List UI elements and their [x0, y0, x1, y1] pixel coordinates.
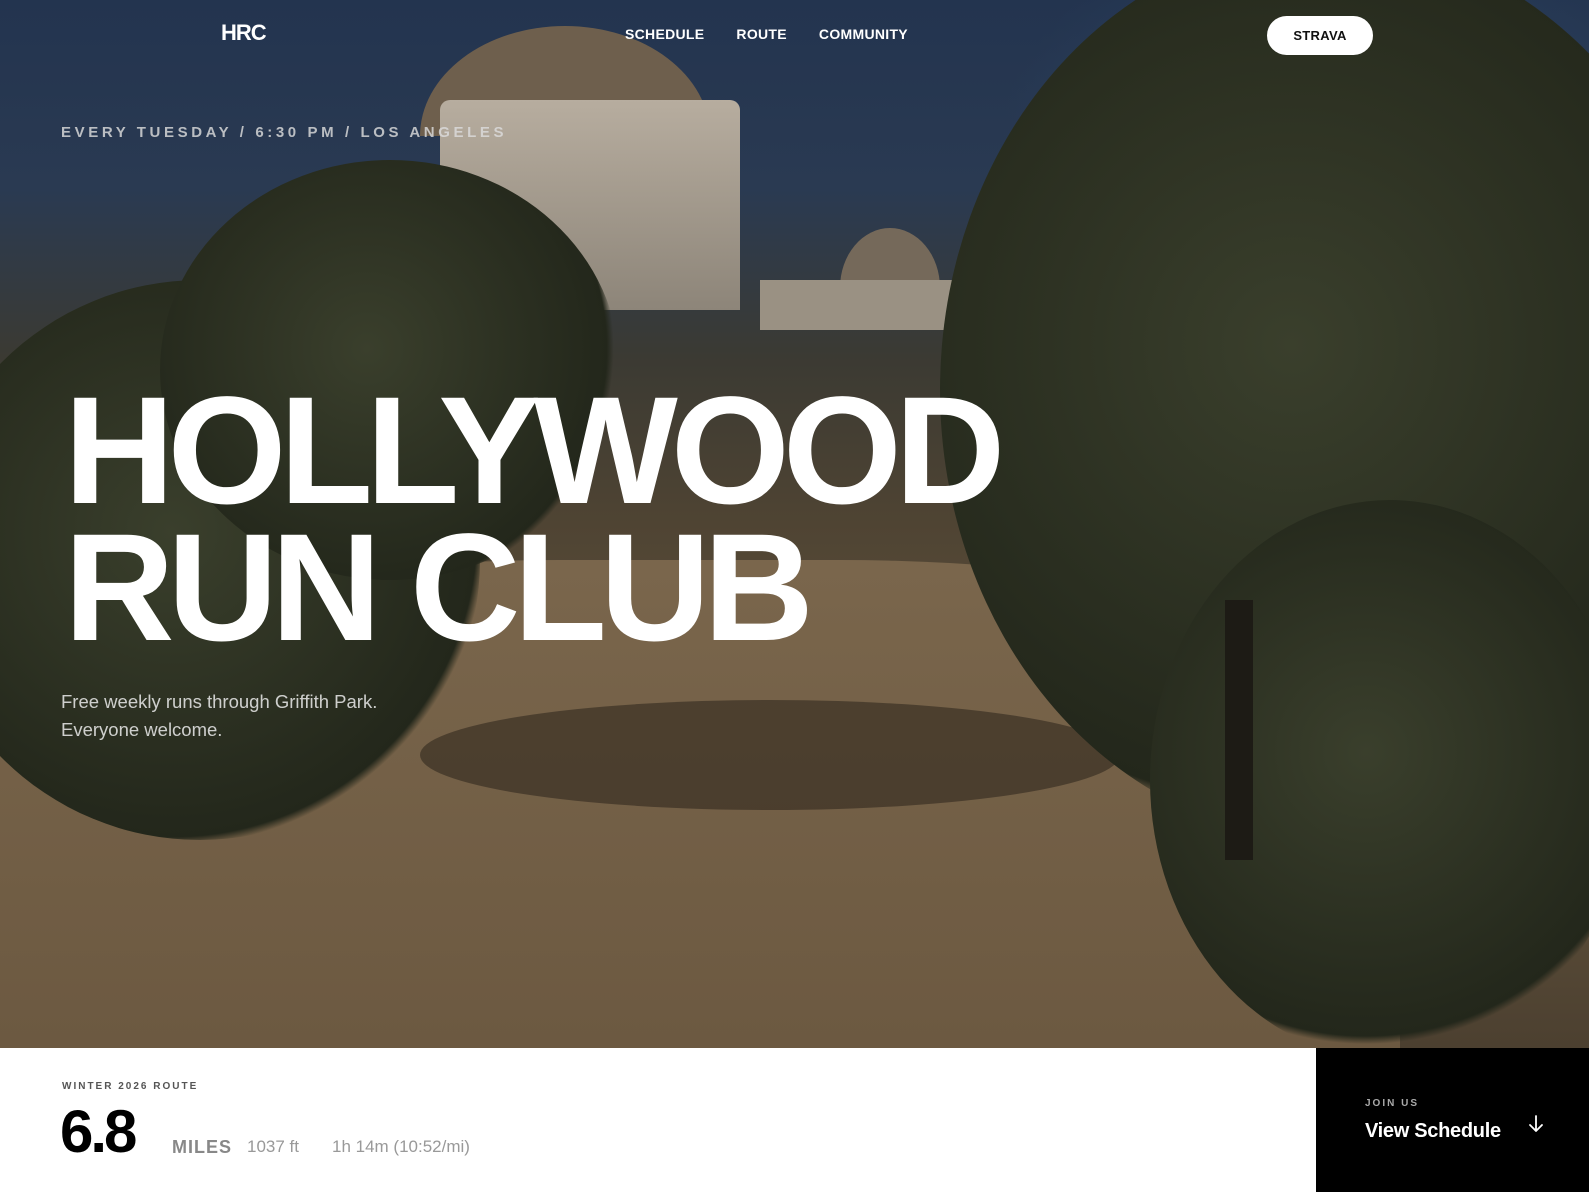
join-label: JOIN US: [1365, 1098, 1420, 1109]
small-dome: [840, 228, 940, 288]
route-time: 1h 14m (10:52/mi): [332, 1137, 470, 1156]
tree-trunk: [1225, 600, 1253, 860]
hero-subtitle: Free weekly runs through Griffith Park. …: [61, 688, 377, 744]
page-title: HOLLYWOOD RUN CLUB: [64, 365, 1005, 673]
arrow-down-icon[interactable]: [1527, 1114, 1545, 1134]
main-nav: SCHEDULE ROUTE COMMUNITY: [625, 26, 908, 42]
title-line-2: RUN CLUB: [64, 502, 814, 673]
trail-shadow: [420, 700, 1120, 810]
route-distance: 6.8: [60, 1098, 137, 1165]
subtitle-line-1: Free weekly runs through Griffith Park.: [61, 691, 378, 712]
route-elevation: 1037 ft: [247, 1137, 299, 1156]
nav-link-schedule[interactable]: SCHEDULE: [625, 26, 704, 42]
schedule-eyebrow: EVERY TUESDAY / 6:30 PM / LOS ANGELES: [61, 124, 508, 141]
nav-link-route[interactable]: ROUTE: [736, 26, 787, 42]
route-stats-bar: [0, 1048, 1316, 1192]
title-line-1: HOLLYWOOD: [64, 365, 1005, 536]
subtitle-line-2: Everyone welcome.: [61, 719, 223, 740]
view-schedule-link[interactable]: View Schedule: [1365, 1120, 1501, 1143]
strava-button[interactable]: STRAVA: [1267, 16, 1373, 55]
nav-link-community[interactable]: COMMUNITY: [819, 26, 908, 42]
route-distance-unit: MILES: [172, 1137, 233, 1157]
logo[interactable]: HRC: [221, 20, 267, 46]
observatory-wing: [760, 280, 960, 330]
route-label: WINTER 2026 ROUTE: [62, 1081, 199, 1092]
